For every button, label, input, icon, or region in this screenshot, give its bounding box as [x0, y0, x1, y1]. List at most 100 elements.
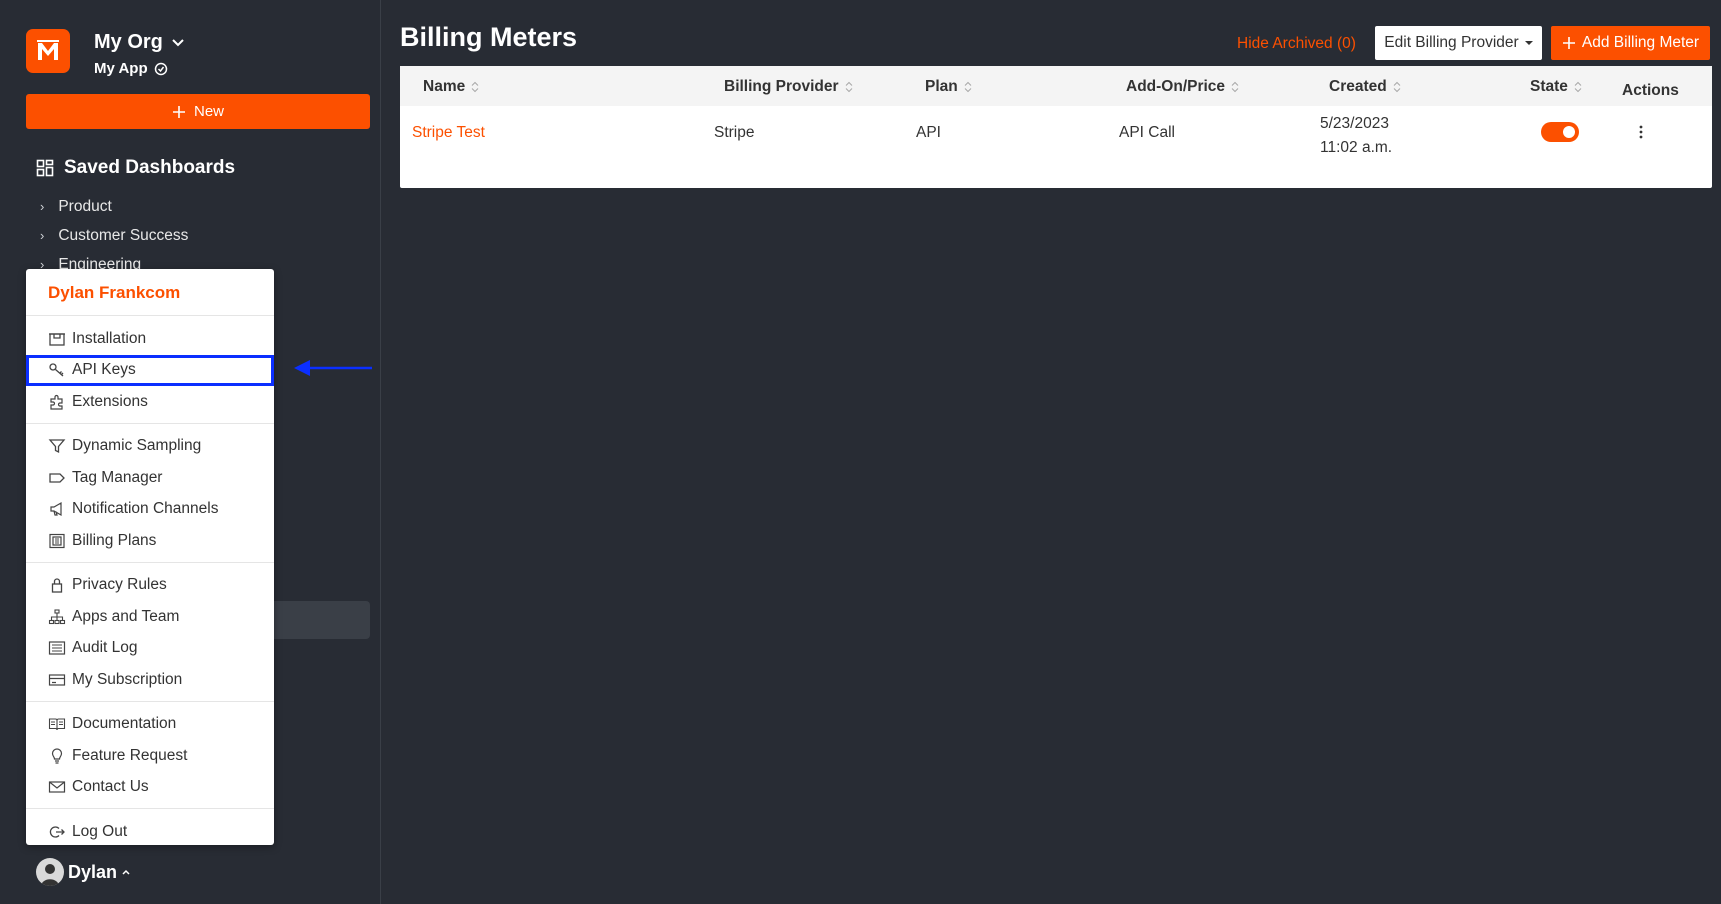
meter-created-date: 5/23/2023 [1320, 115, 1389, 132]
column-header-label: Plan [925, 78, 958, 95]
chevron-right-icon: › [40, 199, 45, 214]
menu-section-account: Privacy Rules Apps and Team Audit Log My… [26, 563, 274, 702]
page-title: Billing Meters [400, 22, 578, 52]
column-header-plan[interactable]: Plan [925, 78, 972, 96]
add-billing-meter-button[interactable]: Add Billing Meter [1551, 26, 1710, 60]
menu-item-my-subscription[interactable]: My Subscription [26, 664, 274, 696]
column-header-name[interactable]: Name [423, 78, 479, 96]
menu-item-apps-and-team[interactable]: Apps and Team [26, 601, 274, 633]
sort-icon [1393, 81, 1401, 93]
menu-item-label: Extensions [72, 392, 148, 410]
menu-item-label: Notification Channels [72, 500, 219, 518]
plus-icon [172, 105, 185, 118]
sort-icon [1231, 81, 1239, 93]
menu-item-label: Documentation [72, 715, 177, 733]
chevron-down-icon[interactable] [171, 38, 185, 48]
list-icon [48, 641, 66, 655]
meter-created-time: 11:02 a.m. [1320, 139, 1393, 156]
billing-plans-icon [49, 533, 65, 548]
user-name: Dylan [68, 861, 118, 882]
key-icon [49, 363, 64, 377]
dashboard-grid-icon [36, 159, 54, 177]
column-header-label: Name [423, 78, 466, 95]
dashboard-folder-customer-success[interactable]: › Customer Success [40, 221, 188, 250]
menu-item-label: Feature Request [72, 746, 188, 764]
add-billing-meter-label: Add Billing Meter [1581, 34, 1700, 51]
dashboard-folder-label: Customer Success [58, 226, 189, 244]
menu-item-label: My Subscription [72, 670, 183, 688]
menu-item-label: Audit Log [72, 639, 138, 657]
meter-name-link[interactable]: Stripe Test [412, 124, 485, 142]
meter-plan: API [916, 124, 941, 141]
hide-archived-link[interactable]: Hide Archived (0) [1237, 35, 1356, 53]
column-header-label: Billing Provider [724, 78, 839, 95]
edit-billing-provider-button[interactable]: Edit Billing Provider [1375, 26, 1542, 60]
menu-item-notification-channels[interactable]: Notification Channels [26, 494, 274, 526]
meter-created: 5/23/2023 11:02 a.m. [1320, 112, 1392, 160]
org-switcher[interactable]: My Org My App [26, 29, 185, 77]
filter-icon [48, 439, 66, 454]
new-button[interactable]: New [26, 94, 370, 129]
menu-item-label: Tag Manager [72, 468, 163, 486]
menu-item-label: API Keys [72, 361, 136, 379]
user-dropdown-menu: Dylan Frankcom Installation API Keys Ext… [26, 269, 274, 845]
menu-item-documentation[interactable]: Documentation [26, 709, 274, 741]
menu-item-label: Log Out [72, 822, 128, 840]
column-header-billing-provider[interactable]: Billing Provider [724, 78, 853, 96]
menu-section-setup: Installation API Keys Extensions [26, 316, 274, 424]
menu-item-api-keys[interactable]: API Keys [26, 354, 274, 386]
menu-item-contact-us[interactable]: Contact Us [26, 772, 274, 804]
menu-item-installation[interactable]: Installation [26, 323, 274, 355]
kebab-menu-icon[interactable] [1638, 124, 1644, 140]
column-header-add-on-price[interactable]: Add-On/Price [1126, 78, 1239, 96]
menu-item-dynamic-sampling[interactable]: Dynamic Sampling [26, 431, 274, 463]
new-button-label: New [193, 103, 224, 120]
sort-icon [964, 81, 972, 93]
menu-item-label: Apps and Team [72, 607, 180, 625]
megaphone-icon [50, 502, 62, 517]
menu-item-privacy-rules[interactable]: Privacy Rules [26, 570, 274, 602]
saved-dashboards-title: Saved Dashboards [64, 157, 236, 178]
menu-section-session: Log Out [26, 809, 274, 853]
menu-item-label: Billing Plans [72, 531, 157, 549]
menu-item-feature-request[interactable]: Feature Request [26, 740, 274, 772]
column-header-label: Add-On/Price [1126, 78, 1226, 95]
column-header-created[interactable]: Created [1329, 78, 1401, 96]
column-header-label: State [1530, 78, 1568, 95]
menu-item-log-out[interactable]: Log Out [26, 816, 274, 848]
menu-user-name: Dylan Frankcom [26, 269, 274, 316]
table-row: Stripe Test Stripe API API Call 5/23/202… [400, 106, 1712, 188]
check-circle-icon [154, 62, 167, 75]
chevron-right-icon: › [40, 228, 45, 243]
column-header-state[interactable]: State [1530, 78, 1582, 96]
tag-icon [49, 473, 65, 483]
saved-dashboards-heading: Saved Dashboards [36, 157, 235, 179]
meter-add-on-price: API Call [1119, 124, 1175, 141]
edit-billing-provider-label: Edit Billing Provider [1384, 34, 1519, 51]
caret-up-icon [122, 869, 130, 875]
avatar [36, 858, 64, 886]
menu-item-label: Contact Us [72, 778, 149, 796]
meter-name: Stripe Test [412, 124, 485, 141]
menu-item-tag-manager[interactable]: Tag Manager [26, 462, 274, 494]
menu-item-audit-log[interactable]: Audit Log [26, 633, 274, 665]
mail-icon [48, 781, 66, 793]
menu-item-billing-plans[interactable]: Billing Plans [26, 525, 274, 557]
sort-icon [1574, 81, 1582, 93]
table-header: Name Billing Provider Plan Add-On/Price … [400, 66, 1712, 106]
dashboard-folder-product[interactable]: › Product [40, 192, 188, 221]
caret-down-icon [1524, 41, 1533, 45]
logout-icon [49, 826, 65, 838]
user-menu-toggle[interactable]: Dylan [36, 858, 131, 886]
menu-item-extensions[interactable]: Extensions [26, 386, 274, 418]
dashboard-list: › Product › Customer Success › Engineeri… [40, 192, 188, 279]
book-icon [48, 718, 66, 731]
column-header-actions: Actions [1622, 82, 1679, 100]
puzzle-icon [50, 394, 63, 410]
org-name: My Org [94, 31, 163, 53]
avatar-person-icon [41, 864, 59, 886]
sort-icon [845, 81, 852, 93]
meter-state-toggle[interactable] [1541, 122, 1579, 142]
plus-icon [1562, 37, 1575, 49]
billing-meters-table: Name Billing Provider Plan Add-On/Price … [400, 66, 1712, 188]
